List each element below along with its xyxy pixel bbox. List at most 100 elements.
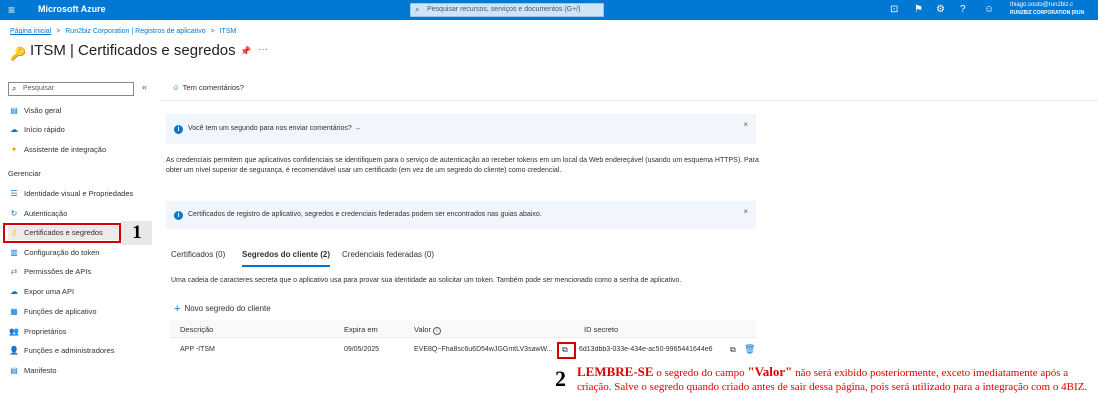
brand-title[interactable]: Microsoft Azure	[38, 4, 106, 14]
annotation-note: LEMBRE-SE o segredo do campo "Valor" não…	[577, 365, 1092, 394]
feedback-link[interactable]: ☺ Tem comentários?	[172, 83, 244, 92]
user-org: RUN2BIZ CORPORATION (RUN	[1010, 10, 1085, 16]
search-icon: ⌕	[12, 84, 17, 93]
breadcrumb-sep: >	[210, 28, 215, 35]
sidebar-item-authentication[interactable]: ↻ Autenticação	[8, 207, 68, 221]
sidebar-item-label: Assistente de integração	[24, 145, 107, 154]
breadcrumb-sep: >	[56, 28, 61, 35]
value-header-label: Valor	[414, 325, 431, 334]
account-menu[interactable]: thiago.souto@run2biz.c RUN2BIZ CORPORATI…	[1010, 1, 1098, 17]
column-header-value: Valor i	[414, 325, 441, 335]
top-bar: ≡ Microsoft Azure ⌕ Pesquisar recursos, …	[0, 0, 1098, 20]
sidebar-item-label: Permissões de APIs	[24, 267, 92, 276]
tab-client-secrets[interactable]: Segredos do cliente (2)	[242, 250, 330, 259]
sidebar-item-label: Manifesto	[24, 366, 57, 375]
sidebar-item-label: Visão geral	[24, 106, 62, 115]
annotation-number-2: 2	[555, 366, 566, 391]
sidebar-item-label: Funções e administradores	[24, 346, 115, 355]
active-tab-indicator	[242, 265, 330, 267]
info-banner-text[interactable]: Você tem um segundo para nos enviar come…	[188, 125, 361, 132]
close-icon[interactable]: ×	[743, 120, 748, 129]
breadcrumb-app-registrations[interactable]: Run2biz Corporation | Registros de aplic…	[65, 28, 205, 35]
sidebar-item-owners[interactable]: 👥 Proprietários	[8, 325, 67, 339]
roles-admins-icon: 👤	[9, 346, 19, 355]
sidebar-search-input[interactable]: ⌕ Pesquisar	[8, 82, 134, 96]
plus-icon: +	[174, 303, 181, 315]
sidebar-item-quickstart[interactable]: ☁ Início rápido	[8, 123, 65, 137]
sidebar-item-branding[interactable]: ☰ Identidade visual e Propriedades	[8, 187, 133, 201]
info-banner-feedback: i Você tem um segundo para nos enviar co…	[166, 114, 756, 144]
sidebar-section-manage: Gerenciar	[8, 169, 41, 178]
global-search-input[interactable]: ⌕ Pesquisar recursos, serviços e documen…	[410, 3, 604, 17]
breadcrumb-itsm[interactable]: ITSM	[220, 28, 237, 35]
close-icon[interactable]: ×	[743, 207, 748, 216]
info-icon[interactable]: i	[432, 327, 441, 335]
menu-icon[interactable]: ≡	[8, 3, 15, 17]
sidebar-item-label: Configuração do token	[24, 248, 100, 257]
app-roles-icon: ▦	[10, 307, 18, 316]
search-placeholder: Pesquisar recursos, serviços e documento…	[427, 6, 581, 13]
sidebar-item-label: Funções de aplicativo	[24, 307, 97, 316]
help-icon[interactable]: ?	[960, 3, 966, 17]
authentication-icon: ↻	[10, 209, 18, 218]
cell-description: APP -ITSM	[180, 346, 215, 353]
column-header-description: Descrição	[180, 325, 214, 334]
settings-icon[interactable]: ⚙	[936, 3, 945, 17]
tab-description: Uma cadeia de caracteres secreta que o a…	[171, 277, 682, 284]
sidebar-search-placeholder: Pesquisar	[23, 85, 55, 92]
sidebar-item-token-configuration[interactable]: ▥ Configuração do token	[8, 246, 99, 260]
sidebar-item-integration-assistant[interactable]: ✦ Assistente de integração	[8, 143, 107, 157]
sidebar-item-label: Autenticação	[24, 209, 68, 218]
annotation-field: "Valor"	[747, 364, 793, 379]
column-header-secret-id: ID secreto	[584, 325, 619, 334]
sidebar-item-label: Identidade visual e Propriedades	[24, 189, 134, 198]
annotation-highlight-1	[3, 223, 121, 243]
sidebar-item-overview[interactable]: ▤ Visão geral	[8, 104, 61, 118]
feedback-icon[interactable]: ☺	[984, 3, 994, 17]
cloud-shell-icon[interactable]: ⊡	[890, 3, 898, 17]
page-title: ITSM | Certificados e segredos	[30, 42, 236, 59]
sidebar-item-api-permissions[interactable]: ⇄ Permissões de APIs	[8, 265, 91, 279]
secrets-table-header: Descrição Expira em Valor i ID secreto	[170, 320, 756, 338]
sidebar-item-app-roles[interactable]: ▦ Funções de aplicativo	[8, 305, 97, 319]
tab-certificates[interactable]: Certificados (0)	[171, 250, 225, 259]
annotation-lead: LEMBRE-SE	[577, 364, 654, 379]
breadcrumb-home[interactable]: Página inicial	[10, 28, 51, 35]
sidebar-item-manifest[interactable]: ▤ Manifesto	[8, 364, 57, 378]
sidebar-item-roles-admins[interactable]: 👤 Funções e administradores	[8, 344, 114, 358]
copy-secret-id-icon[interactable]: ⧉	[730, 345, 736, 355]
feedback-label: Tem comentários?	[182, 83, 244, 92]
user-name: thiago.souto@run2biz.c	[1010, 2, 1074, 8]
table-row: APP -ITSM 09/05/2025 EVE8Q~Fha8sc6u6D54w…	[170, 340, 756, 360]
pin-icon[interactable]: 📌	[240, 46, 251, 57]
column-header-expires: Expira em	[344, 325, 378, 334]
new-secret-label: Novo segredo do cliente	[184, 304, 271, 313]
tab-federated-credentials[interactable]: Credenciais federadas (0)	[342, 250, 434, 259]
token-icon: ▥	[10, 248, 18, 257]
annotation-highlight-2	[557, 342, 576, 359]
manifest-icon: ▤	[10, 366, 18, 375]
breadcrumb: Página inicial > Run2biz Corporation | R…	[10, 28, 239, 35]
directory-filter-icon[interactable]: ⚑	[914, 3, 923, 17]
integration-assistant-icon: ✦	[10, 145, 18, 154]
new-client-secret-button[interactable]: + Novo segredo do cliente	[174, 303, 271, 315]
quickstart-icon: ☁	[10, 125, 18, 134]
owners-icon: 👥	[9, 327, 19, 336]
search-icon: ⌕	[415, 5, 420, 14]
sidebar-item-expose-api[interactable]: ☁ Expor uma API	[8, 285, 74, 299]
cell-value: EVE8Q~Fha8sc6u6D54wJGGmtLV3sawW...	[414, 346, 553, 353]
info-icon: i	[174, 211, 183, 220]
feedback-icon: ☺	[172, 83, 180, 92]
more-options-button[interactable]: ···	[258, 44, 268, 55]
delete-icon[interactable]: 🗑	[744, 344, 755, 355]
cell-secret-id: 6d13dbb3-033e-434e-ac50-9965441644e6	[579, 346, 713, 353]
annotation-number-1: 1	[122, 221, 152, 245]
expose-api-icon: ☁	[10, 287, 18, 296]
cell-expires: 09/05/2025	[344, 346, 380, 353]
collapse-sidebar-button[interactable]: «	[142, 82, 147, 92]
key-icon: 🔑	[10, 46, 27, 61]
info-banner-text: Certificados de registro de aplicativo, …	[188, 211, 542, 218]
sidebar-item-label: Início rápido	[24, 125, 65, 134]
branding-icon: ☰	[10, 189, 18, 198]
sidebar-item-label: Expor uma API	[24, 287, 75, 296]
